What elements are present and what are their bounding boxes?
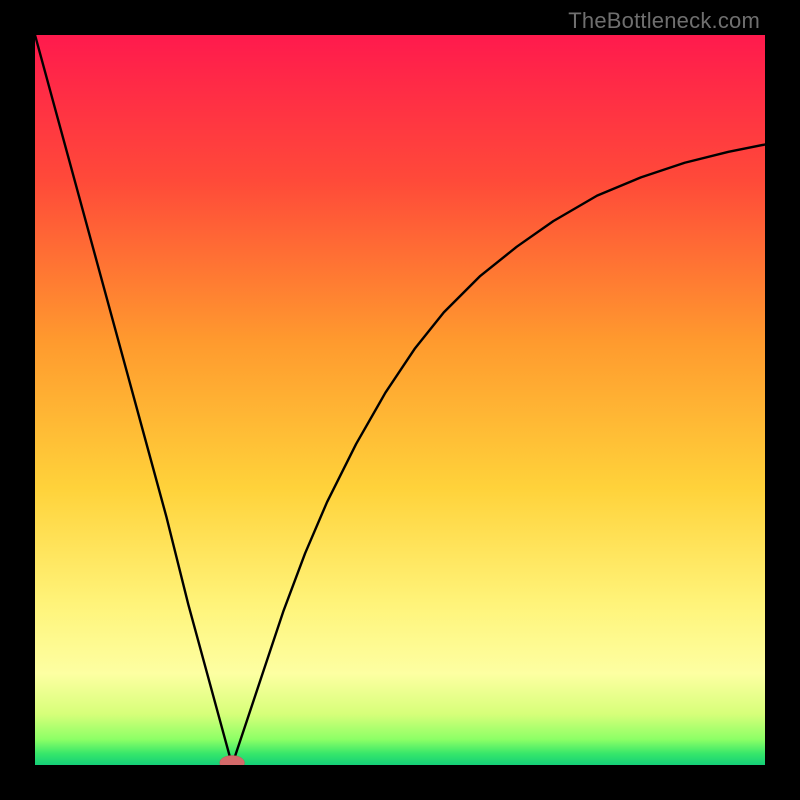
gradient-background [35, 35, 765, 765]
plot-area [35, 35, 765, 765]
watermark-text: TheBottleneck.com [568, 8, 760, 34]
plot-svg [35, 35, 765, 765]
chart-frame: TheBottleneck.com [0, 0, 800, 800]
